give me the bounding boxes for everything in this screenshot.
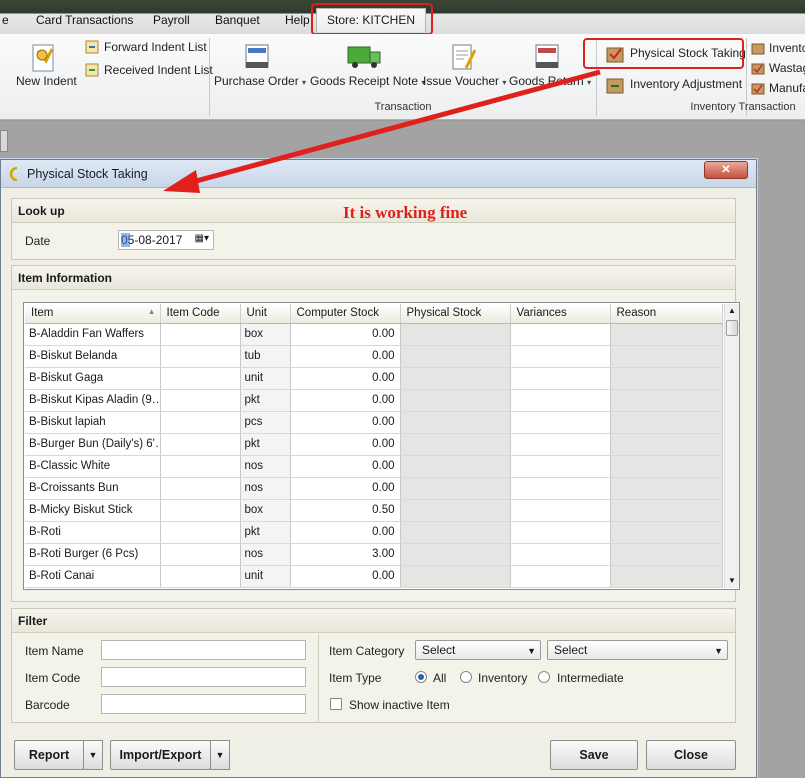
- annotation-arrow: [163, 69, 601, 193]
- annotation-note: It is working fine: [343, 203, 468, 222]
